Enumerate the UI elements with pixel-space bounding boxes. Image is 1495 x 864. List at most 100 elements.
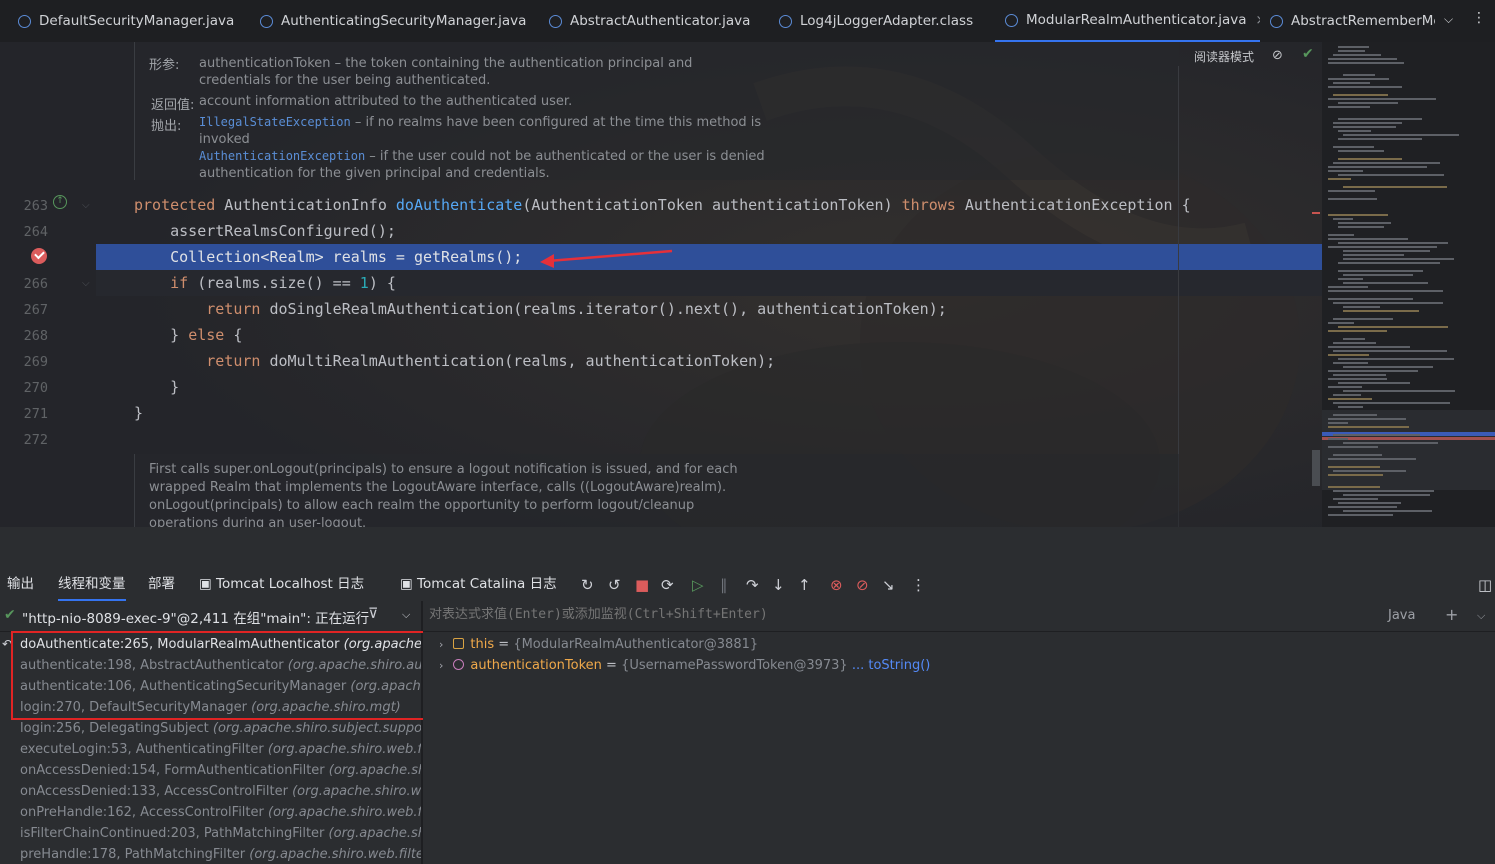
view-breakpoints-icon[interactable]: ⊗ (830, 576, 843, 594)
minimap-line (1328, 330, 1387, 332)
code-text: (AuthenticationToken authenticationToken… (522, 196, 902, 214)
fold-icon[interactable]: ⌵ (82, 278, 90, 289)
tab-modular-realm-authenticator[interactable]: ModularRealmAuthenticator.java × (995, 0, 1260, 42)
minimap-line (1338, 158, 1402, 160)
chevron-down-icon[interactable]: ⌵ (1477, 609, 1485, 623)
line-number: 264 (23, 224, 48, 240)
tab-log4j-logger-adapter[interactable]: Log4jLoggerAdapter.class (779, 0, 989, 42)
rerun-icon[interactable]: ↻ (581, 576, 594, 594)
restart-icon[interactable]: ↺ (608, 576, 621, 594)
frame-package: (org.apache.shiro.web.filter) (328, 826, 423, 841)
tab-authenticating-security-manager[interactable]: AuthenticatingSecurityManager.java (260, 0, 535, 42)
chevron-down-icon[interactable]: ⌵ (402, 608, 410, 622)
code-editor[interactable]: 形参: authenticationToken – the token cont… (0, 42, 1495, 527)
step-out-icon[interactable]: ↑ (798, 576, 811, 594)
tab-default-security-manager[interactable]: DefaultSecurityManager.java (18, 0, 243, 42)
minimap-line (1343, 254, 1404, 256)
minimap-line (1338, 102, 1398, 104)
minimap-line (1328, 286, 1368, 288)
line-gutter[interactable]: 263 264 266 267 268 269 270 271 272 ↑ ⌵ … (0, 42, 96, 527)
editor-scrollbar-thumb[interactable] (1312, 450, 1320, 486)
stack-frame[interactable]: onPreHandle:162, AccessControlFilter (or… (20, 802, 423, 823)
code-line-266[interactable]: if (realms.size() == 1) { (134, 274, 396, 292)
refresh-icon[interactable]: ⟳ (661, 576, 674, 594)
variable-row[interactable]: › authenticationToken = {UsernamePassword… (439, 655, 930, 676)
stack-frame[interactable]: onAccessDenied:154, FormAuthenticationFi… (20, 760, 423, 781)
error-stripe-mark[interactable] (1312, 212, 1320, 214)
code-line-264[interactable]: assertRealmsConfigured(); (134, 222, 396, 240)
chevron-right-icon[interactable]: › (439, 659, 443, 672)
step-over-icon[interactable]: ↷ (746, 576, 759, 594)
run-to-cursor-icon[interactable]: ↘ (882, 576, 895, 594)
close-icon[interactable]: × (1256, 13, 1260, 28)
mute-breakpoints-icon[interactable]: ⊘ (856, 576, 869, 594)
tab-deployment[interactable]: 部署 (148, 569, 175, 601)
keyword: protected (134, 196, 216, 214)
code-text: ) { (368, 274, 396, 292)
more-vertical-icon[interactable]: ⋮ (911, 576, 926, 594)
class-icon (260, 14, 273, 28)
stack-frame[interactable]: login:270, DefaultSecurityManager (org.a… (20, 697, 401, 718)
doc-text: First calls super.onLogout(principals) t… (149, 462, 738, 477)
doc-link-illegal-state[interactable]: IllegalStateException (199, 115, 351, 129)
stack-frame[interactable]: doAuthenticate:265, ModularRealmAuthenti… (20, 634, 423, 655)
code-minimap[interactable] (1322, 42, 1495, 527)
fold-icon[interactable]: ⌵ (82, 200, 90, 211)
evaluate-expression-input[interactable] (429, 607, 1369, 622)
checkmark-icon[interactable]: ✔ (1302, 46, 1314, 62)
add-watch-icon[interactable]: + (1445, 605, 1458, 624)
tostring-link[interactable]: ... toString() (852, 658, 931, 673)
step-into-icon[interactable]: ↓ (772, 576, 785, 594)
minimap-line (1328, 106, 1370, 108)
pause-icon[interactable]: ∥ (720, 576, 728, 594)
filter-icon[interactable]: ⊽ (368, 606, 378, 622)
code-line-271[interactable]: } (134, 404, 143, 422)
minimap-line (1328, 386, 1362, 388)
override-marker-icon[interactable]: ↑ (53, 195, 67, 209)
variables-panel: Java + ⌵ ›this = {ModularRealmAuthentica… (423, 601, 1495, 864)
minimap-line (1328, 370, 1418, 372)
chevron-down-icon[interactable]: ⌵ (1444, 12, 1453, 27)
minimap-line (1328, 446, 1378, 448)
tab-output[interactable]: 输出 (7, 569, 34, 601)
minimap-line (1328, 58, 1397, 60)
resume-icon[interactable]: ▷ (692, 576, 704, 594)
stack-frame[interactable]: authenticate:106, AuthenticatingSecurity… (20, 676, 423, 697)
stack-frame[interactable]: login:256, DelegatingSubject (org.apache… (20, 718, 423, 739)
doc-link-authentication-exception[interactable]: AuthenticationException (199, 149, 365, 163)
layout-icon[interactable]: ◫ (1478, 576, 1492, 594)
variable-row[interactable]: › this = {ModularRealmAuthenticator@3881} (439, 634, 758, 655)
stack-frame[interactable]: executeLogin:53, AuthenticatingFilter (o… (20, 739, 423, 760)
minimap-line (1328, 86, 1402, 88)
panel-splitter[interactable] (0, 527, 1495, 569)
stack-frame[interactable]: preHandle:178, PathMatchingFilter (org.a… (20, 844, 423, 864)
tab-tomcat-catalina-log[interactable]: ▣ Tomcat Catalina 日志 (400, 569, 557, 601)
doc-throws-2-text: – if the user could not be authenticated… (365, 149, 765, 164)
stop-icon[interactable]: ■ (635, 576, 649, 594)
minimap-line (1338, 150, 1384, 152)
chevron-right-icon[interactable]: › (439, 638, 443, 651)
stack-frame[interactable]: isFilterChainContinued:203, PathMatching… (20, 823, 423, 844)
back-arrow-icon[interactable]: ↶ (2, 637, 12, 651)
tab-abstract-authenticator[interactable]: AbstractAuthenticator.java (549, 0, 764, 42)
tab-tomcat-localhost-log[interactable]: ▣ Tomcat Localhost 日志 (199, 569, 364, 601)
reader-mode-toggle[interactable]: 阅读器模式 (1194, 48, 1254, 65)
tab-abstract-remember-me[interactable]: AbstractRememberMe (1270, 0, 1435, 42)
code-line-268[interactable]: } else { (134, 326, 242, 344)
code-line-263[interactable]: protected AuthenticationInfo doAuthentic… (134, 196, 1191, 214)
frame-package: (org.apache.shiro.web.filter) (249, 847, 423, 862)
code-line-267[interactable]: return doSingleRealmAuthentication(realm… (134, 300, 947, 318)
language-selector[interactable]: Java (1388, 608, 1415, 623)
code-line-270[interactable]: } (134, 378, 179, 396)
minimap-line (1333, 146, 1374, 148)
code-line-265[interactable]: Collection<Realm> realms = getRealms(); (134, 248, 522, 266)
tab-threads-variables[interactable]: 线程和变量 (58, 569, 126, 601)
breakpoint-icon[interactable] (31, 248, 47, 264)
more-vertical-icon[interactable]: ⋮ (1472, 10, 1486, 26)
stack-frame[interactable]: authenticate:198, AbstractAuthenticator … (20, 655, 423, 676)
code-line-269[interactable]: return doMultiRealmAuthentication(realms… (134, 352, 775, 370)
doc-throws-1-text2: invoked (199, 132, 250, 147)
thread-selector[interactable]: ✔ "http-nio-8089-exec-9"@2,411 在组"main":… (0, 601, 423, 632)
stack-frame[interactable]: onAccessDenied:133, AccessControlFilter … (20, 781, 423, 802)
eye-slash-icon[interactable]: ⊘ (1272, 48, 1283, 63)
